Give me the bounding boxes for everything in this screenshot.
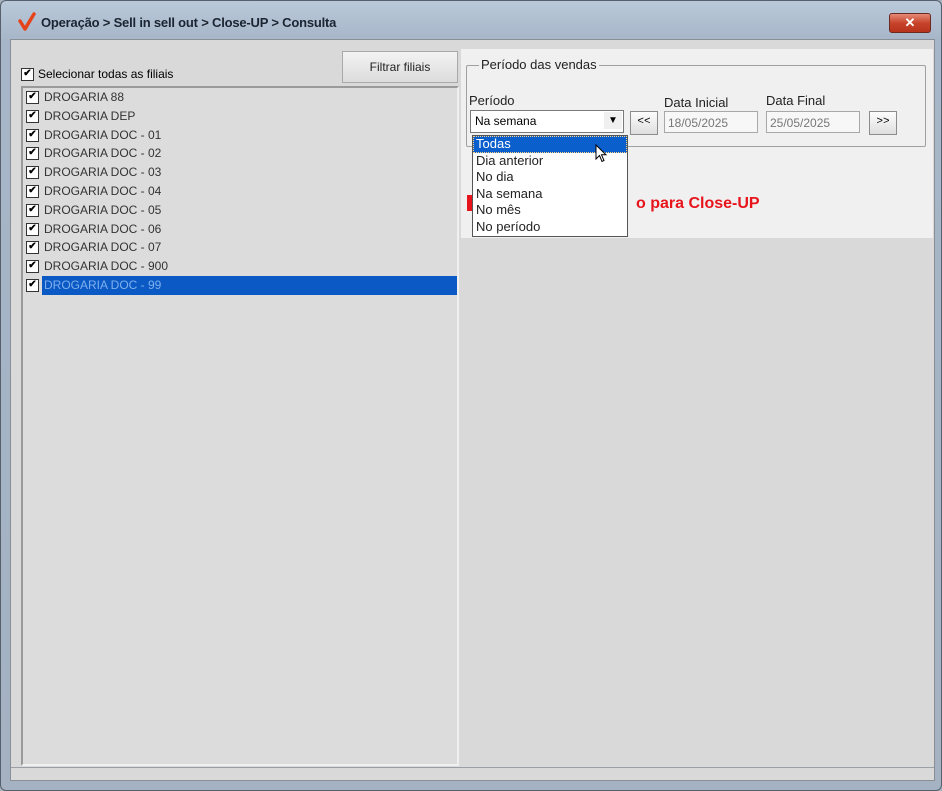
filial-list-item[interactable]: ✔ DROGARIA DOC - 05 (23, 201, 457, 220)
filial-list-item[interactable]: ✔ DROGARIA 88 (23, 88, 457, 107)
filial-checkbox[interactable]: ✔ (26, 222, 39, 236)
filial-list-item[interactable]: ✔ DROGARIA DOC - 99 (23, 276, 457, 295)
filial-list-item[interactable]: ✔ DROGARIA DOC - 03 (23, 163, 457, 182)
filial-list-item[interactable]: ✔ DROGARIA DOC - 07 (23, 238, 457, 257)
filial-label: DROGARIA DEP (44, 108, 136, 123)
select-all-filiais[interactable]: ✔ Selecionar todas as filiais (21, 66, 173, 82)
filial-checkbox[interactable]: ✔ (26, 241, 39, 255)
filial-checkbox[interactable]: ✔ (26, 91, 39, 104)
filial-label: DROGARIA DOC - 02 (44, 146, 162, 161)
chevron-down-icon[interactable]: ▼ (604, 112, 622, 129)
filial-list-item[interactable]: ✔ DROGARIA DOC - 06 (23, 220, 457, 239)
filial-checkbox[interactable]: ✔ (26, 166, 39, 180)
filial-list-item[interactable]: ✔ DROGARIA DEP (23, 107, 457, 126)
periodo-select[interactable]: Na semana ▼ (470, 110, 624, 133)
app-logo-icon (18, 12, 36, 31)
filiais-list[interactable]: ✔ DROGARIA 88 ✔ DROGARIA DEP ✔ DROGARIA DOC -… (21, 86, 459, 766)
periodo-option[interactable]: No dia (473, 169, 627, 186)
data-inicial-field[interactable]: 18/05/2025 (664, 111, 758, 133)
filial-label: DROGARIA DOC - 06 (44, 221, 162, 236)
next-period-button[interactable]: >> (869, 111, 897, 135)
filial-checkbox[interactable]: ✔ (26, 109, 39, 123)
periodo-option[interactable]: Na semana (473, 186, 627, 203)
filial-label: DROGARIA DOC - 900 (44, 259, 169, 274)
data-inicial-label: Data Inicial (664, 95, 729, 110)
periodo-select-value: Na semana (475, 114, 537, 128)
client-area: ✔ Selecionar todas as filiais Filtrar fi… (10, 39, 935, 781)
filial-list-item[interactable]: ✔ DROGARIA DOC - 04 (23, 182, 457, 201)
periodo-label: Período (469, 93, 515, 108)
filial-list-item[interactable]: ✔ DROGARIA DOC - 01 (23, 126, 457, 145)
previous-period-button[interactable]: << (630, 111, 658, 135)
filial-list-item[interactable]: ✔ DROGARIA DOC - 02 (23, 144, 457, 163)
filial-checkbox[interactable]: ✔ (26, 260, 39, 274)
main-window: Operação > Sell in sell out > Close-UP >… (0, 0, 942, 791)
close-button[interactable]: ✕ (889, 13, 931, 33)
title-bar: Operação > Sell in sell out > Close-UP >… (1, 1, 941, 39)
filtrar-filiais-button[interactable]: Filtrar filiais (342, 51, 458, 83)
select-all-checkbox[interactable]: ✔ (21, 67, 34, 81)
filial-checkbox[interactable]: ✔ (26, 128, 39, 142)
data-final-field[interactable]: 25/05/2025 (766, 111, 860, 133)
filial-list-item[interactable]: ✔ DROGARIA DOC - 900 (23, 257, 457, 276)
filial-checkbox[interactable]: ✔ (26, 185, 39, 198)
filial-label: DROGARIA DOC - 03 (44, 165, 162, 180)
periodo-option[interactable]: No mês (473, 202, 627, 219)
filial-label: DROGARIA DOC - 01 (44, 127, 162, 142)
window-title: Operação > Sell in sell out > Close-UP >… (41, 15, 337, 30)
filial-label: DROGARIA 88 (44, 90, 125, 104)
close-up-message: o para Close-UP (636, 195, 760, 212)
select-all-label: Selecionar todas as filiais (38, 67, 174, 81)
data-final-label: Data Final (766, 93, 826, 108)
filial-checkbox[interactable]: ✔ (26, 279, 39, 292)
periodo-option[interactable]: No período (473, 219, 627, 236)
filial-label: DROGARIA DOC - 07 (44, 240, 162, 255)
bottom-divider (11, 767, 934, 768)
filial-checkbox[interactable]: ✔ (26, 147, 39, 161)
filial-label: DROGARIA DOC - 05 (44, 202, 162, 217)
filial-checkbox[interactable]: ✔ (26, 203, 39, 217)
periodo-group-title: Período das vendas (479, 57, 599, 72)
mouse-cursor-icon (595, 144, 608, 163)
filial-label: DROGARIA DOC - 99 (42, 276, 457, 295)
filial-label: DROGARIA DOC - 04 (44, 184, 162, 198)
